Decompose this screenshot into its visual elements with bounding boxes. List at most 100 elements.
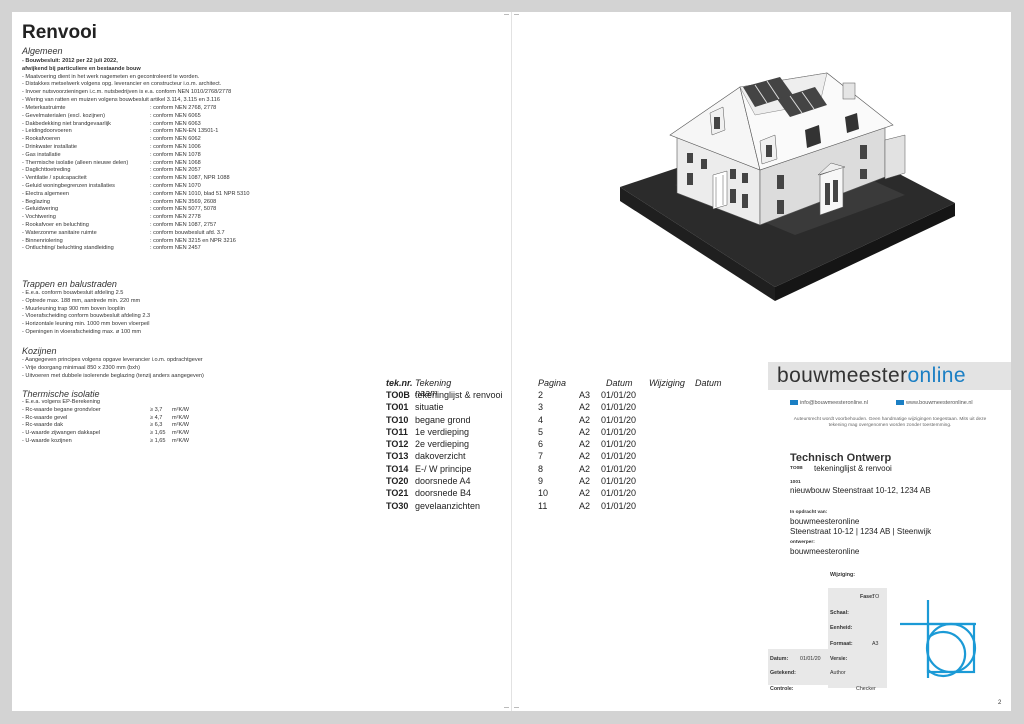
formaat-label: Formaat:	[830, 641, 853, 647]
fold-mark	[514, 14, 519, 15]
drawing-number: TO0B	[386, 390, 410, 400]
norm-value: : conform NEN 6065	[150, 112, 201, 119]
drawing-number: TO21	[386, 488, 409, 499]
norm-value: : conform NEN 1068	[150, 159, 201, 166]
algemeen-list: - Bouwbesluit: 2012 per 22 juli 2022, af…	[22, 58, 231, 105]
isolatie-unit: m²K/W	[172, 414, 190, 421]
section-heading-isolatie: Thermische isolatie	[22, 389, 100, 399]
list-item: - U-waarde zijwangen dakkapel ≥ 1,65 m²K/W	[22, 430, 189, 438]
drawing-date: 01/01/20	[601, 463, 637, 474]
norm-label: - Waterzonme sanitaire ruimte	[22, 229, 97, 236]
list-item: - E.e.a. conform bouwbesluit afdeling 2.…	[22, 290, 124, 296]
drawing-format: A2	[579, 426, 591, 437]
list-item: - Electra algemeen: conform NEN 1010, bl…	[22, 191, 250, 199]
wijziging-label: Wijziging:	[830, 572, 855, 578]
norm-label: - Dakbedekking niet brandgevaarlijk	[22, 120, 111, 127]
drawing-format: A2	[579, 476, 591, 487]
isolatie-value: ≥ 4,7	[150, 414, 163, 421]
drawing-name: doorsnede A4	[415, 476, 471, 487]
page-title: Renvooi	[22, 22, 97, 43]
list-item: - Dakbedekking niet brandgevaarlijk : con…	[22, 121, 250, 129]
list-item: - Gevelmaterialen (excl. kozijnen): conf…	[22, 113, 250, 121]
drawing-page: 4	[538, 414, 544, 425]
norm-value: : conform NEN 1087, NPR 1088	[150, 175, 230, 182]
drawing-page: 9	[538, 476, 544, 487]
drawing-date: 01/01/20	[601, 414, 637, 425]
norm-label: - Ontluchting/ beluchting standleiding	[22, 245, 114, 252]
isolatie-unit: m²K/W	[172, 430, 190, 437]
website-text: www.bouwmeesteronline.nl	[906, 400, 973, 406]
list-item: - Rc-waarde begane grondvloer ≥ 3,7 m²K/W	[22, 407, 189, 415]
norm-label: - Ventilatie / spuicapaciteit	[22, 175, 87, 182]
drawing-format: A2	[579, 488, 591, 499]
drawing-page: 11	[538, 500, 548, 511]
versie-label: Versie:	[830, 656, 848, 662]
copyright-disclaimer: Auteursrecht wordt voorbehouden. Geen ha…	[793, 417, 987, 428]
brand-logo-text: bouwmeesteronline	[777, 364, 966, 388]
isolatie-value: ≥ 6,3	[150, 422, 163, 429]
norm-label: - Geluid woningbegrenzen installaties	[22, 182, 115, 189]
drawing-name: doorsnede B4	[415, 488, 472, 499]
website-contact: www.bouwmeesteronline.nl	[896, 400, 973, 406]
list-item: - Binnenriolering: conform NEN 3215 en N…	[22, 238, 250, 246]
list-item: - Waterzonme sanitaire ruimte : conform b…	[22, 230, 250, 238]
title-block: bouwmeesteronline info@bouwmeesteronline…	[768, 362, 1011, 711]
header-tek-nr: tek.nr.	[386, 378, 413, 388]
controle-value: Checker	[856, 686, 876, 692]
drawing-format: A2	[579, 500, 591, 511]
norm-label: - Electra algemeen	[22, 190, 69, 197]
list-item: afwijkend bij particuliere en bestaande …	[22, 65, 141, 72]
mail-icon	[790, 400, 798, 406]
isolatie-label: - E.e.a. volgens EP-Berekening	[22, 399, 101, 405]
fold-line	[511, 12, 512, 711]
fold-mark	[504, 14, 509, 15]
drawing-number: TO01	[386, 402, 409, 413]
norm-value: : conform NEN 1078	[150, 151, 201, 158]
list-item: - Vochtwering : conform NEN 2778	[22, 214, 250, 222]
isolatie-label: - Rc-waarde gevel	[22, 414, 68, 421]
drawing-name: 2e verdieping	[415, 439, 470, 450]
drawing-name: gevelaanzichten	[415, 500, 481, 511]
isolatie-unit: m²K/W	[172, 437, 190, 444]
list-item: - Horizontale leuning min. 1000 mm boven…	[22, 321, 150, 328]
norm-label: - Geluidwering	[22, 206, 59, 213]
drawing-name: 1e verdieping	[415, 426, 470, 437]
isolatie-unit: m²K/W	[172, 422, 190, 429]
norm-label: - Vochtwering	[22, 214, 56, 221]
drawing-format: A2	[579, 463, 591, 474]
norm-value: : conform NEN 6063	[150, 120, 201, 127]
norm-label: - Binnenriolering	[22, 237, 63, 244]
drawing-page: 10	[538, 488, 549, 499]
house-3d-illustration	[620, 72, 955, 301]
drawing-date: 01/01/20	[601, 500, 637, 511]
norm-value: : conform NEN 2457	[150, 245, 201, 252]
drawing-page: 6	[538, 439, 544, 450]
isolatie-list: - E.e.a. volgens EP-Berekening - Rc-waard…	[22, 399, 189, 446]
list-item: - Leidingdoorvoeren: conform NEN-EN 1350…	[22, 128, 250, 136]
list-item: - Ontluchting/ beluchting standleiding : …	[22, 245, 250, 253]
drawing-date: 01/01/20	[601, 476, 637, 487]
datum-label: Datum:	[770, 656, 789, 662]
drawing-date: 01/01/20	[601, 402, 637, 413]
norm-value: : conform NEN 2778	[150, 214, 201, 221]
drawing-page: 5	[538, 426, 544, 437]
norm-value: : conform NEN 1006	[150, 143, 201, 150]
isolatie-label: - Rc-waarde begane grondvloer	[22, 406, 101, 413]
norm-value: : conform NEN 3569, 2608	[150, 198, 217, 205]
list-item: - Maatvoering dient in het werk nagemete…	[22, 73, 200, 80]
list-item: - Vrije doorgang minimaal 850 x 2300 mm …	[22, 364, 140, 371]
isolatie-label: - Rc-waarde dak	[22, 422, 64, 429]
norm-value: : conform bouwbesluit afd. 3.7	[150, 229, 225, 236]
drawing-page: 8	[538, 463, 544, 474]
header-datum-wijziging: Datum	[695, 378, 722, 388]
list-item: - Geluid woningbegrenzen installaties: c…	[22, 183, 250, 191]
designer-value: bouwmeesteronline	[790, 547, 860, 556]
getekend-value: Author	[830, 670, 846, 676]
norm-value: : conform NEN-EN 13501-1	[150, 128, 219, 135]
drawing-date: 01/01/20	[601, 426, 637, 437]
phase-heading: Technisch Ontwerp	[790, 452, 892, 464]
drawing-name: situatie	[415, 402, 444, 413]
list-item: - Rookafvoeren: conform NEN 6062	[22, 136, 250, 144]
list-item: - Gas installatie: conform NEN 1078	[22, 152, 250, 160]
client-label: In opdracht van:	[790, 510, 828, 515]
